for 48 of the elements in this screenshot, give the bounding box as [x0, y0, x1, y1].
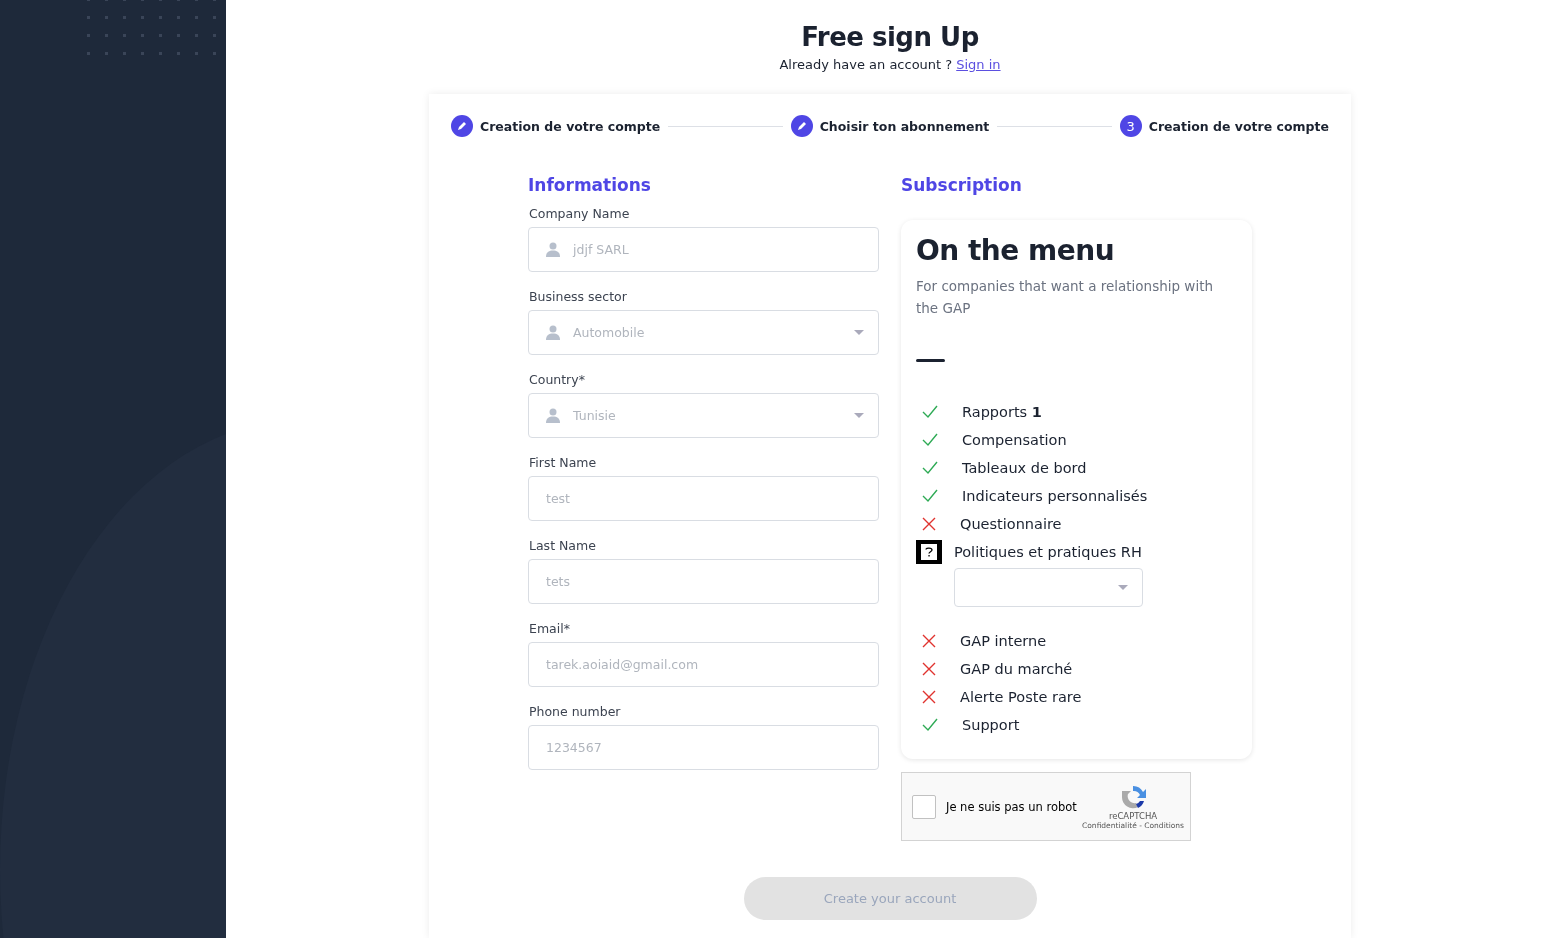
step-label: Choisir ton abonnement — [819, 118, 990, 134]
plan-description: For companies that want a relationship with the GAP — [916, 277, 1214, 318]
input-field[interactable]: tets — [528, 559, 879, 604]
feature-label: Alerte Poste rare — [960, 689, 1082, 705]
input-field[interactable]: 1234567 — [528, 725, 879, 770]
captcha-label: Je ne suis pas un robot — [946, 799, 1078, 814]
feature-label: Indicateurs personnalisés — [962, 488, 1148, 504]
feature-label: Questionnaire — [960, 516, 1062, 532]
field-label: Company Name — [529, 206, 631, 221]
field-label: First Name — [529, 455, 598, 470]
feature-label: Tableaux de bord — [962, 460, 1087, 476]
pencil-icon — [451, 115, 473, 137]
person-icon — [546, 325, 560, 340]
select-field[interactable] — [954, 568, 1143, 607]
caret-icon — [854, 413, 864, 418]
feature-label: Rapports 1 — [962, 404, 1042, 420]
plan-title: On the menu — [916, 234, 1116, 267]
input-field[interactable]: test — [528, 476, 879, 521]
input-field[interactable]: jdjf SARL — [528, 227, 879, 272]
person-icon — [546, 242, 560, 257]
field-label: Business sector — [529, 289, 628, 304]
field-label: Email* — [529, 621, 571, 636]
pencil-icon — [790, 115, 813, 137]
feature-label: Politiques et pratiques RH — [954, 544, 1142, 560]
sign-in-link[interactable]: Sign in — [956, 57, 1001, 72]
captcha-brand: reCAPTCHA — [1108, 811, 1158, 821]
select-field[interactable]: Automobile — [528, 310, 879, 355]
dash-mark — [916, 359, 945, 362]
feature-label: Support — [962, 717, 1020, 733]
section-heading: Informations — [528, 175, 652, 195]
feature-label: GAP du marché — [960, 661, 1073, 677]
field-label: Country* — [529, 372, 586, 387]
account-prompt: Already have an account ? — [779, 57, 953, 72]
caret-icon — [1118, 585, 1128, 590]
section-heading: Subscription — [901, 175, 1023, 195]
feature-label: GAP interne — [960, 633, 1047, 649]
step-label: Creation de votre compte — [1148, 118, 1329, 134]
step-label: Creation de votre compte — [480, 118, 661, 134]
field-label: Phone number — [529, 704, 622, 719]
feature-label: Compensation — [962, 432, 1067, 448]
caret-icon — [854, 330, 864, 335]
checkbox[interactable] — [912, 794, 936, 819]
step-number: 3 — [1119, 115, 1142, 137]
field-label: Last Name — [529, 538, 597, 553]
page-title: Free sign Up — [801, 22, 979, 52]
input-field[interactable]: tarek.aoiaid@gmail.com — [528, 642, 879, 687]
select-field[interactable]: Tunisie — [528, 393, 879, 438]
person-icon — [546, 408, 560, 423]
